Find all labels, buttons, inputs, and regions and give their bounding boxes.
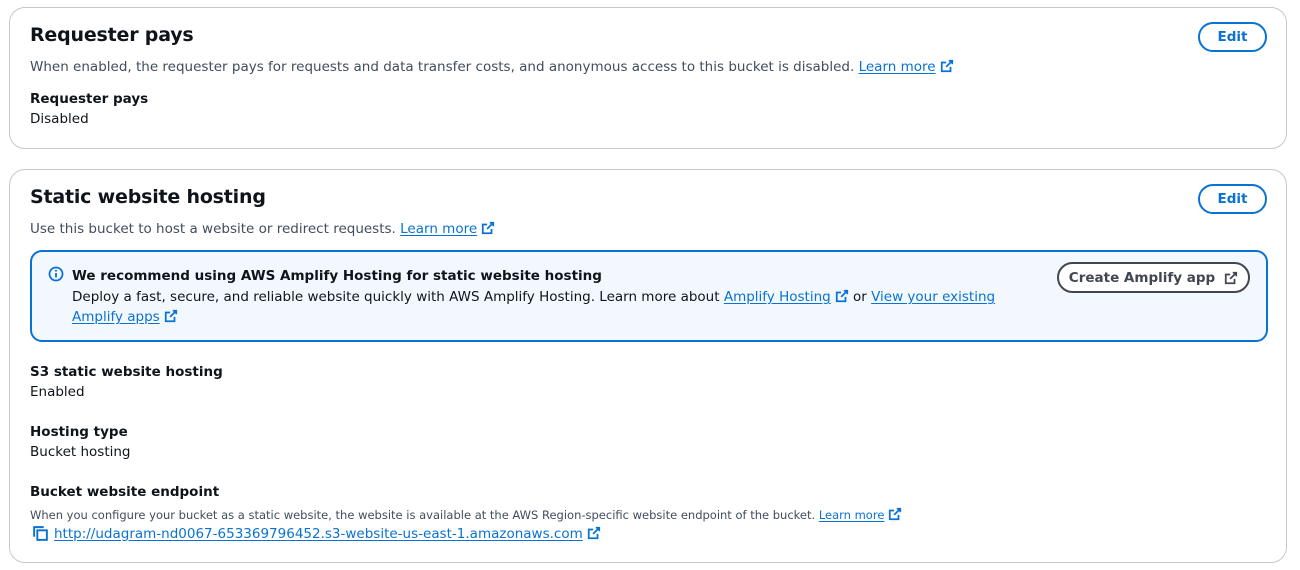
static-hosting-description-text: Use this bucket to host a website or red…: [30, 221, 396, 237]
requester-pays-description: When enabled, the requester pays for req…: [30, 59, 954, 75]
requester-pays-learn-more-link[interactable]: Learn more: [859, 59, 954, 75]
static-hosting-title: Static website hosting: [30, 186, 266, 208]
learn-more-label: Learn more: [400, 221, 478, 237]
static-hosting-description: Use this bucket to host a website or red…: [30, 221, 495, 237]
amplify-recommendation-alert: We recommend using AWS Amplify Hosting f…: [30, 250, 1268, 342]
learn-more-label: Learn more: [818, 508, 885, 522]
info-icon: [48, 266, 64, 282]
alert-text-or: or: [853, 289, 867, 305]
create-amplify-app-label: Create Amplify app: [1068, 269, 1216, 286]
alert-text: Deploy a fast, secure, and reliable webs…: [72, 287, 1012, 327]
bucket-endpoint-url: http://udagram-nd0067-653369796452.s3-we…: [54, 525, 583, 542]
alert-text-prefix: Deploy a fast, secure, and reliable webs…: [72, 289, 720, 305]
bucket-endpoint-url-link[interactable]: http://udagram-nd0067-653369796452.s3-we…: [54, 526, 601, 542]
external-link-icon: [164, 309, 177, 323]
external-link-icon: [1225, 271, 1238, 284]
bucket-endpoint-label: Bucket website endpoint: [30, 484, 220, 500]
external-link-icon: [889, 507, 902, 521]
external-link-icon: [835, 289, 848, 303]
create-amplify-app-button[interactable]: Create Amplify app: [1057, 262, 1250, 293]
endpoint-learn-more-link[interactable]: Learn more: [818, 507, 903, 522]
external-link-icon: [940, 59, 953, 73]
requester-pays-edit-button[interactable]: Edit: [1198, 22, 1267, 52]
learn-more-label: Learn more: [858, 59, 936, 75]
bucket-endpoint-row: http://udagram-nd0067-653369796452.s3-we…: [32, 525, 601, 542]
static-website-hosting-panel: Static website hosting Edit Use this buc…: [9, 169, 1287, 563]
bucket-endpoint-description-text: When you configure your bucket as a stat…: [30, 508, 816, 522]
requester-pays-field-label: Requester pays: [30, 91, 149, 107]
external-link-icon: [482, 221, 495, 235]
requester-pays-title: Requester pays: [30, 24, 194, 46]
alert-title: We recommend using AWS Amplify Hosting f…: [72, 268, 602, 284]
requester-pays-panel: Requester pays Edit When enabled, the re…: [9, 7, 1287, 149]
hosting-type-value: Bucket hosting: [30, 444, 131, 460]
static-hosting-edit-button[interactable]: Edit: [1198, 184, 1267, 214]
bucket-endpoint-description: When you configure your bucket as a stat…: [30, 507, 902, 522]
hosting-type-label: Hosting type: [30, 424, 128, 440]
amplify-hosting-link-label: Amplify Hosting: [723, 289, 831, 305]
requester-pays-description-text: When enabled, the requester pays for req…: [30, 59, 855, 75]
external-link-icon: [587, 526, 600, 539]
static-hosting-learn-more-link[interactable]: Learn more: [400, 221, 495, 237]
s3-static-hosting-value: Enabled: [30, 384, 85, 400]
s3-static-hosting-label: S3 static website hosting: [30, 364, 223, 380]
requester-pays-field-value: Disabled: [30, 111, 89, 127]
amplify-hosting-link[interactable]: Amplify Hosting: [724, 289, 849, 305]
copy-icon[interactable]: [32, 525, 49, 542]
